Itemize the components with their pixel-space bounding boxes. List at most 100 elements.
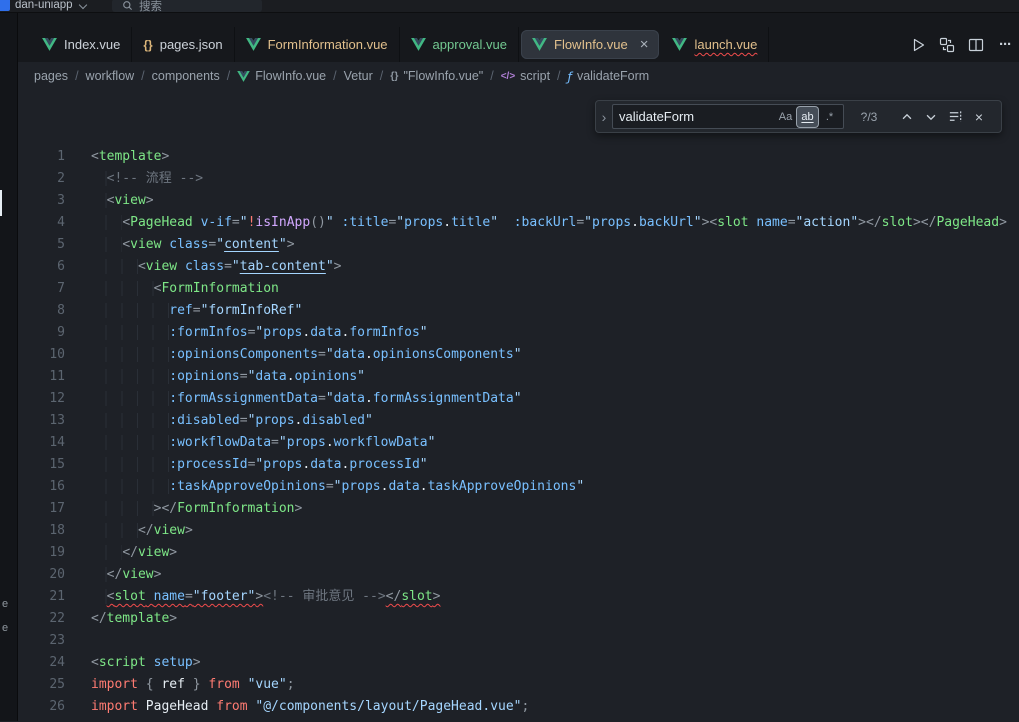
line-number[interactable]: 17 bbox=[18, 498, 65, 520]
code-line[interactable]: 3 <view> bbox=[18, 190, 1019, 212]
line-number[interactable]: 26 bbox=[18, 696, 65, 718]
tab-bar-tabs: Index.vue{}pages.json FormInformation.vue… bbox=[18, 27, 769, 62]
whole-word-button[interactable]: ab bbox=[797, 107, 818, 127]
tab-FlowInfo.vue[interactable]: FlowInfo.vue× bbox=[521, 30, 659, 59]
code-line[interactable]: 9 :formInfos="props.data.formInfos" bbox=[18, 322, 1019, 344]
tab-launch.vue[interactable]: launch.vue bbox=[661, 27, 769, 62]
regex-button[interactable]: .* bbox=[819, 107, 840, 127]
workspace-name[interactable]: dan-uniapp bbox=[15, 0, 73, 12]
code-line-content: :workflowData="props.workflowData" bbox=[65, 432, 435, 454]
code-line[interactable]: 1<template> bbox=[18, 146, 1019, 168]
tab-FormInformation.vue[interactable]: FormInformation.vue bbox=[235, 27, 400, 62]
line-number[interactable]: 14 bbox=[18, 432, 65, 454]
code-line[interactable]: 2 <!-- 流程 --> bbox=[18, 168, 1019, 190]
close-icon[interactable]: × bbox=[640, 37, 649, 52]
tab-Index.vue[interactable]: Index.vue bbox=[31, 27, 132, 62]
line-number[interactable]: 4 bbox=[18, 212, 65, 234]
tab-approval.vue[interactable]: approval.vue bbox=[400, 27, 519, 62]
code-line-content: </template> bbox=[65, 608, 177, 630]
code-line-content: import PageHead from "@/components/layou… bbox=[65, 696, 529, 718]
line-number[interactable]: 20 bbox=[18, 564, 65, 586]
breadcrumb-label: "FlowInfo.vue" bbox=[403, 69, 483, 83]
code-line[interactable]: 14 :workflowData="props.workflowData" bbox=[18, 432, 1019, 454]
code-line-content: <view class="content"> bbox=[65, 234, 295, 256]
code-line[interactable]: 19 </view> bbox=[18, 542, 1019, 564]
breadcrumb-item-script[interactable]: </>script bbox=[501, 69, 550, 83]
line-number[interactable]: 24 bbox=[18, 652, 65, 674]
code-line[interactable]: 5 <view class="content"> bbox=[18, 234, 1019, 256]
line-number[interactable]: 21 bbox=[18, 586, 65, 608]
line-number[interactable]: 12 bbox=[18, 388, 65, 410]
breadcrumb-item-validateForm[interactable]: ƒvalidateForm bbox=[568, 69, 650, 84]
sidebar-sliver[interactable]: e e bbox=[0, 13, 18, 721]
compare-changes-icon[interactable] bbox=[937, 34, 957, 56]
breadcrumb-item-pages[interactable]: pages bbox=[34, 69, 68, 83]
line-number[interactable]: 16 bbox=[18, 476, 65, 498]
tab-label: approval.vue bbox=[433, 37, 507, 52]
editor-pane[interactable]: › Aa ab .* ?/3 × bbox=[18, 90, 1019, 721]
code-line[interactable]: 23 bbox=[18, 630, 1019, 652]
find-in-selection-button[interactable] bbox=[944, 106, 966, 128]
code-line[interactable]: 13 :disabled="props.disabled" bbox=[18, 410, 1019, 432]
code-line[interactable]: 8 ref="formInfoRef" bbox=[18, 300, 1019, 322]
next-match-button[interactable] bbox=[920, 106, 942, 128]
code-area[interactable]: 1<template>2 <!-- 流程 -->3 <view>4 <PageH… bbox=[18, 146, 1019, 718]
line-number[interactable]: 7 bbox=[18, 278, 65, 300]
line-number[interactable]: 11 bbox=[18, 366, 65, 388]
toggle-replace-icon[interactable]: › bbox=[596, 101, 612, 132]
vue-icon bbox=[411, 38, 426, 51]
line-number[interactable]: 3 bbox=[18, 190, 65, 212]
line-number[interactable]: 1 bbox=[18, 146, 65, 168]
sidebar-clipped-text: e bbox=[2, 622, 8, 634]
line-number[interactable]: 23 bbox=[18, 630, 65, 652]
tab-pages.json[interactable]: {}pages.json bbox=[132, 27, 234, 62]
match-case-button[interactable]: Aa bbox=[775, 107, 796, 127]
breadcrumb-item-FlowInfo.vue[interactable]: FlowInfo.vue bbox=[237, 69, 326, 83]
main-area: e e Index.vue{}pages.json FormInformation… bbox=[0, 13, 1019, 721]
line-number[interactable]: 19 bbox=[18, 542, 65, 564]
code-line[interactable]: 16 :taskApproveOpinions="props.data.task… bbox=[18, 476, 1019, 498]
line-number[interactable]: 13 bbox=[18, 410, 65, 432]
line-number[interactable]: 18 bbox=[18, 520, 65, 542]
split-editor-icon[interactable] bbox=[966, 34, 986, 56]
code-line[interactable]: 24<script setup> bbox=[18, 652, 1019, 674]
code-line[interactable]: 26import PageHead from "@/components/lay… bbox=[18, 696, 1019, 718]
line-number[interactable]: 15 bbox=[18, 454, 65, 476]
line-number[interactable]: 2 bbox=[18, 168, 65, 190]
vue-icon bbox=[246, 38, 261, 51]
code-line[interactable]: 25import { ref } from "vue"; bbox=[18, 674, 1019, 696]
code-line[interactable]: 20 </view> bbox=[18, 564, 1019, 586]
breadcrumb-item-FlowInfo.vue[interactable]: {}"FlowInfo.vue" bbox=[390, 69, 483, 83]
code-line[interactable]: 22</template> bbox=[18, 608, 1019, 630]
code-line[interactable]: 4 <PageHead v-if="!isInApp()" :title="pr… bbox=[18, 212, 1019, 234]
line-number[interactable]: 25 bbox=[18, 674, 65, 696]
command-center-search[interactable]: 搜索 bbox=[112, 0, 262, 12]
code-line-content: <template> bbox=[65, 146, 169, 168]
close-find-button[interactable]: × bbox=[968, 106, 990, 128]
app-logo[interactable] bbox=[0, 0, 10, 11]
code-line[interactable]: 10 :opinionsComponents="data.opinionsCom… bbox=[18, 344, 1019, 366]
tab-label: FormInformation.vue bbox=[268, 37, 388, 52]
line-number[interactable]: 8 bbox=[18, 300, 65, 322]
find-input[interactable] bbox=[613, 109, 774, 124]
code-line[interactable]: 7 <FormInformation bbox=[18, 278, 1019, 300]
line-number[interactable]: 5 bbox=[18, 234, 65, 256]
code-line[interactable]: 18 </view> bbox=[18, 520, 1019, 542]
code-line[interactable]: 17 ></FormInformation> bbox=[18, 498, 1019, 520]
code-line-content: :opinionsComponents="data.opinionsCompon… bbox=[65, 344, 522, 366]
line-number[interactable]: 22 bbox=[18, 608, 65, 630]
previous-match-button[interactable] bbox=[896, 106, 918, 128]
breadcrumb-item-workflow[interactable]: workflow bbox=[86, 69, 135, 83]
breadcrumb-item-components[interactable]: components bbox=[152, 69, 220, 83]
code-line[interactable]: 15 :processId="props.data.processId" bbox=[18, 454, 1019, 476]
breadcrumb-item-Vetur[interactable]: Vetur bbox=[344, 69, 373, 83]
line-number[interactable]: 9 bbox=[18, 322, 65, 344]
code-line[interactable]: 21 <slot name="footer"><!-- 审批意见 --></sl… bbox=[18, 586, 1019, 608]
code-line[interactable]: 6 <view class="tab-content"> bbox=[18, 256, 1019, 278]
more-actions-icon[interactable]: ··· bbox=[995, 34, 1015, 56]
line-number[interactable]: 10 bbox=[18, 344, 65, 366]
run-icon[interactable] bbox=[908, 34, 928, 56]
code-line[interactable]: 12 :formAssignmentData="data.formAssignm… bbox=[18, 388, 1019, 410]
line-number[interactable]: 6 bbox=[18, 256, 65, 278]
code-line[interactable]: 11 :opinions="data.opinions" bbox=[18, 366, 1019, 388]
